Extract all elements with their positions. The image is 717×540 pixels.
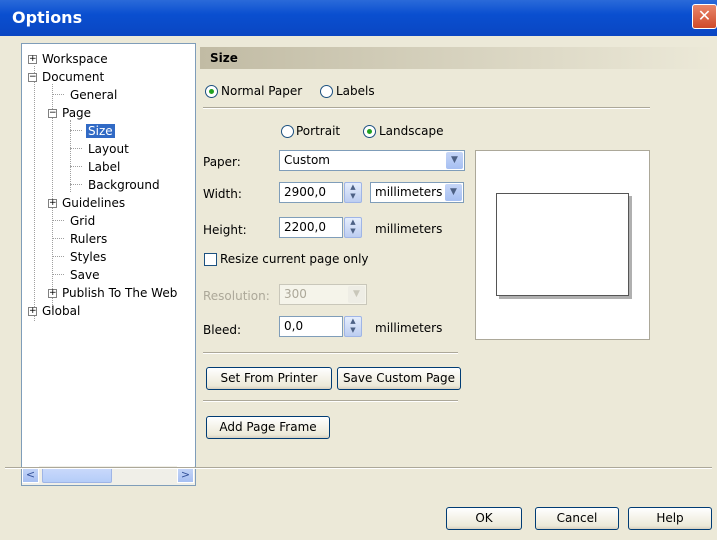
tree-item-label: Global <box>42 304 81 318</box>
tree-item-label: Styles <box>70 250 107 264</box>
width-unit-value: millimeters <box>375 185 443 199</box>
resolution-label: Resolution: <box>203 289 270 303</box>
section-header: Size <box>200 47 715 69</box>
tree-item-label: Background <box>88 178 160 192</box>
labels-radio[interactable] <box>320 85 333 98</box>
resize-current-page-label[interactable]: Resize current page only <box>220 252 369 266</box>
tree-item-general[interactable]: General <box>70 87 117 103</box>
tree-line <box>70 184 82 185</box>
tree-item-label: Publish To The Web <box>62 286 178 300</box>
paper-select[interactable]: Custom ▼ <box>279 150 465 171</box>
tree-item-label: Label <box>88 160 121 174</box>
tree-item-grid[interactable]: Grid <box>70 213 95 229</box>
width-input[interactable]: 2900,0 <box>279 182 343 203</box>
spin-down-icon[interactable]: ▼ <box>345 326 361 335</box>
divider <box>203 107 650 109</box>
spin-down-icon[interactable]: ▼ <box>345 192 361 201</box>
tree-item-size[interactable]: Size <box>86 123 115 139</box>
paper-select-value: Custom <box>284 153 330 167</box>
tree-item-label: Rulers <box>70 232 108 246</box>
bleed-input[interactable]: 0,0 <box>279 316 343 337</box>
chevron-down-icon[interactable]: ▼ <box>445 184 462 201</box>
tree-item-save[interactable]: Save <box>70 267 99 283</box>
bleed-unit-label: millimeters <box>375 321 443 335</box>
width-label: Width: <box>203 187 242 201</box>
scroll-thumb[interactable] <box>42 467 112 483</box>
spin-down-icon[interactable]: ▼ <box>345 227 361 236</box>
height-unit-label: millimeters <box>375 222 443 236</box>
title-bar: Options ✕ <box>0 0 717 36</box>
tree-line <box>52 220 64 221</box>
normal-paper-radio[interactable] <box>205 85 218 98</box>
tree-item-label: Guidelines <box>62 196 126 210</box>
landscape-radio[interactable] <box>363 125 376 138</box>
labels-label[interactable]: Labels <box>336 84 375 98</box>
resolution-value: 300 <box>284 287 307 301</box>
width-spinner[interactable]: ▲ ▼ <box>344 182 362 203</box>
chevron-down-icon[interactable]: ▼ <box>446 152 463 169</box>
set-from-printer-button[interactable]: Set From Printer <box>206 367 332 390</box>
tree-item-label: General <box>70 88 118 102</box>
tree-item-rulers[interactable]: Rulers <box>70 231 107 247</box>
expand-icon[interactable]: + <box>28 55 37 64</box>
paper-label: Paper: <box>203 155 241 169</box>
tree-line <box>52 238 64 239</box>
tree-line <box>52 256 64 257</box>
chevron-down-icon: ▼ <box>348 286 365 303</box>
tree-item-label: Page <box>62 106 92 120</box>
expand-icon[interactable]: + <box>48 199 57 208</box>
tree-item-label: Workspace <box>42 52 108 66</box>
bleed-label: Bleed: <box>203 323 241 337</box>
tree-line <box>52 274 64 275</box>
tree-line <box>70 130 82 131</box>
options-tree[interactable]: + Workspace − Document General − Page Si… <box>21 43 196 486</box>
tree-item-label: Size <box>86 124 115 138</box>
tree-item-label: Document <box>42 70 105 84</box>
tree-item-layout[interactable]: Layout <box>88 141 129 157</box>
resolution-select: 300 ▼ <box>279 284 367 305</box>
height-label: Height: <box>203 223 247 237</box>
collapse-icon[interactable]: − <box>48 109 57 118</box>
tree-line <box>70 166 82 167</box>
page-preview <box>475 150 650 340</box>
tree-line <box>34 66 35 321</box>
tree-item-background[interactable]: Background <box>88 177 160 193</box>
divider <box>203 400 458 402</box>
landscape-label[interactable]: Landscape <box>379 124 443 138</box>
tree-item-label: Layout <box>88 142 129 156</box>
ok-button[interactable]: OK <box>446 507 522 530</box>
tree-item-label: Save <box>70 268 100 282</box>
collapse-icon[interactable]: − <box>28 73 37 82</box>
width-unit-select[interactable]: millimeters ▼ <box>370 182 464 203</box>
add-page-frame-button[interactable]: Add Page Frame <box>206 416 330 439</box>
portrait-label[interactable]: Portrait <box>296 124 340 138</box>
divider <box>203 352 458 354</box>
tree-item-label[interactable]: Label <box>88 159 120 175</box>
tree-line <box>52 94 64 95</box>
cancel-button[interactable]: Cancel <box>535 507 619 530</box>
close-button[interactable]: ✕ <box>692 4 717 29</box>
spin-up-icon[interactable]: ▲ <box>345 317 361 326</box>
expand-icon[interactable]: + <box>48 289 57 298</box>
resize-current-page-checkbox[interactable] <box>204 253 217 266</box>
spin-up-icon[interactable]: ▲ <box>345 218 361 227</box>
window-title: Options <box>12 8 83 27</box>
divider <box>5 467 712 469</box>
save-custom-page-button[interactable]: Save Custom Page <box>337 367 461 390</box>
expand-icon[interactable]: + <box>28 307 37 316</box>
spin-up-icon[interactable]: ▲ <box>345 183 361 192</box>
bleed-spinner[interactable]: ▲ ▼ <box>344 316 362 337</box>
tree-item-styles[interactable]: Styles <box>70 249 106 265</box>
tree-item-label: Grid <box>70 214 96 228</box>
normal-paper-label[interactable]: Normal Paper <box>221 84 302 98</box>
height-spinner[interactable]: ▲ ▼ <box>344 217 362 238</box>
help-button[interactable]: Help <box>628 507 712 530</box>
tree-line <box>70 148 82 149</box>
page-preview-rect <box>496 193 629 296</box>
portrait-radio[interactable] <box>281 125 294 138</box>
height-input[interactable]: 2200,0 <box>279 217 343 238</box>
